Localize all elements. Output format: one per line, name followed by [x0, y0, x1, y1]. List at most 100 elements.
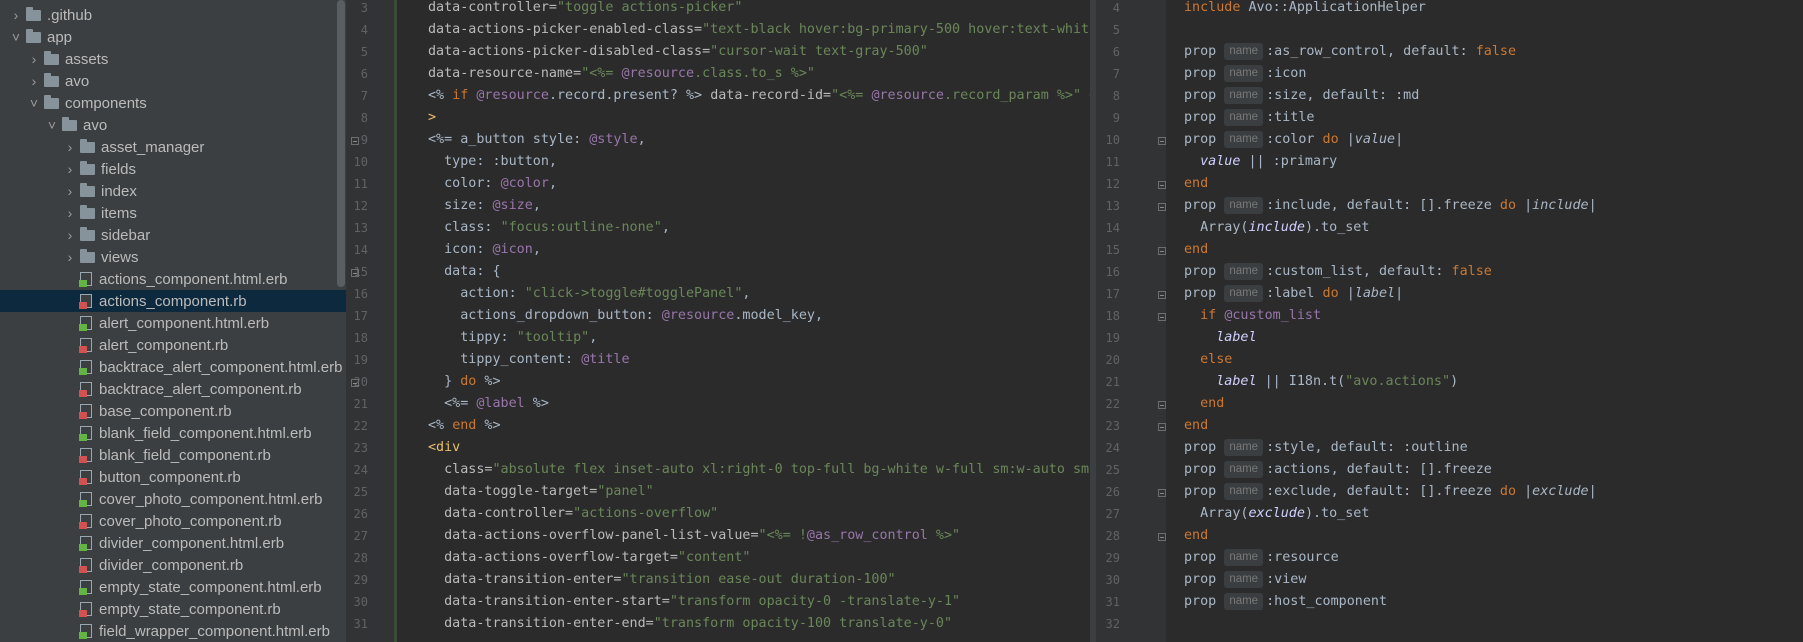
- code-line[interactable]: <% if @resource.record.present? %> data-…: [428, 85, 1090, 107]
- fold-icon[interactable]: [351, 379, 359, 387]
- project-tree[interactable]: › .github ˅ app › assets › avo ˅ components ˅ avo › a…: [0, 0, 346, 642]
- code-line[interactable]: Array(include).to_set: [1184, 217, 1369, 239]
- tree-folder[interactable]: › sidebar: [0, 224, 346, 246]
- code-line[interactable]: prop name:actions, default: [].freeze: [1184, 459, 1492, 481]
- code-line[interactable]: data-transition-enter-end="transform opa…: [428, 613, 952, 635]
- code-line[interactable]: prop name:size, default: :md: [1184, 85, 1419, 107]
- code-line[interactable]: icon: @icon,: [428, 239, 541, 261]
- code-line[interactable]: <% end %>: [428, 415, 501, 437]
- code-line[interactable]: class="absolute flex inset-auto xl:right…: [428, 459, 1090, 481]
- fold-icon[interactable]: [1158, 247, 1166, 255]
- code-line[interactable]: data-controller="actions-overflow": [428, 503, 718, 525]
- code-line[interactable]: prop name:resource: [1184, 547, 1339, 569]
- tree-file[interactable]: blank_field_component.html.erb: [0, 422, 346, 444]
- code-line[interactable]: <div: [428, 437, 460, 459]
- editor-pane-right[interactable]: 4 5 6 7 8 9 10 11 12 13 14 15 16 17 18 19 20 21 22 23 24 25 26…: [1096, 0, 1803, 642]
- code-line[interactable]: end: [1184, 393, 1224, 415]
- code-line[interactable]: actions_dropdown_button: @resource.model…: [428, 305, 823, 327]
- tree-file[interactable]: base_component.rb: [0, 400, 346, 422]
- fold-icon[interactable]: [1158, 313, 1166, 321]
- code-line[interactable]: data-actions-picker-disabled-class="curs…: [428, 41, 928, 63]
- fold-icon[interactable]: [1158, 401, 1166, 409]
- code-line[interactable]: prop name:as_row_control, default: false: [1184, 41, 1516, 63]
- chevron-right-icon[interactable]: ›: [64, 139, 76, 155]
- tree-file[interactable]: cover_photo_component.html.erb: [0, 488, 346, 510]
- code-line[interactable]: prop name:label do |label|: [1184, 283, 1403, 305]
- chevron-right-icon[interactable]: ›: [64, 183, 76, 199]
- fold-icon[interactable]: [1158, 203, 1166, 211]
- code-line[interactable]: end: [1184, 525, 1208, 547]
- code-line[interactable]: end: [1184, 415, 1208, 437]
- code-line[interactable]: else: [1184, 349, 1232, 371]
- code-line[interactable]: data-actions-overflow-target="content": [428, 547, 750, 569]
- code-line[interactable]: class: "focus:outline-none",: [428, 217, 670, 239]
- tree-file[interactable]: cover_photo_component.rb: [0, 510, 346, 532]
- code-line[interactable]: label: [1184, 327, 1256, 349]
- code-line[interactable]: data-controller="toggle actions-picker": [428, 0, 742, 19]
- chevron-right-icon[interactable]: ›: [64, 227, 76, 243]
- sidebar-scrollbar[interactable]: [337, 0, 345, 287]
- fold-icon[interactable]: [1158, 533, 1166, 541]
- code-line[interactable]: type: :button,: [428, 151, 557, 173]
- code-line[interactable]: prop name:custom_list, default: false: [1184, 261, 1492, 283]
- code-line[interactable]: } do %>: [428, 371, 500, 393]
- tree-file[interactable]: field_wrapper_component.html.erb: [0, 620, 346, 642]
- tree-file[interactable]: backtrace_alert_component.html.erb: [0, 356, 346, 378]
- code-line[interactable]: data-transition-enter-start="transform o…: [428, 591, 960, 613]
- code-line[interactable]: prop name:style, default: :outline: [1184, 437, 1468, 459]
- fold-icon[interactable]: [1158, 181, 1166, 189]
- code-line[interactable]: data-actions-overflow-panel-list-value="…: [428, 525, 960, 547]
- tree-folder[interactable]: › views: [0, 246, 346, 268]
- code-line[interactable]: <%= a_button style: @style,: [428, 129, 646, 151]
- fold-icon[interactable]: [1158, 489, 1166, 497]
- chevron-down-icon[interactable]: ˅: [28, 95, 40, 111]
- code-line[interactable]: <%= @label %>: [428, 393, 549, 415]
- tree-file[interactable]: blank_field_component.rb: [0, 444, 346, 466]
- tree-file[interactable]: actions_component.html.erb: [0, 268, 346, 290]
- fold-icon[interactable]: [1158, 137, 1166, 145]
- code-line[interactable]: tippy_content: @title: [428, 349, 629, 371]
- tree-file[interactable]: alert_component.html.erb: [0, 312, 346, 334]
- tree-folder[interactable]: › fields: [0, 158, 346, 180]
- code-line[interactable]: label || I18n.t("avo.actions"): [1184, 371, 1458, 393]
- tree-file[interactable]: divider_component.html.erb: [0, 532, 346, 554]
- code-line[interactable]: if @custom_list: [1184, 305, 1321, 327]
- tree-file[interactable]: alert_component.rb: [0, 334, 346, 356]
- tree-folder[interactable]: › items: [0, 202, 346, 224]
- tree-folder[interactable]: ˅ app: [0, 26, 346, 48]
- code-line[interactable]: prop name:host_component: [1184, 591, 1387, 613]
- code-line[interactable]: end: [1184, 239, 1208, 261]
- chevron-right-icon[interactable]: ›: [28, 73, 40, 89]
- code-line[interactable]: prop name:include, default: [].freeze do…: [1184, 195, 1597, 217]
- chevron-right-icon[interactable]: ›: [64, 249, 76, 265]
- code-line[interactable]: prop name:color do |value|: [1184, 129, 1403, 151]
- code-line[interactable]: action: "click->toggle#togglePanel",: [428, 283, 750, 305]
- tree-file[interactable]: actions_component.rb: [0, 290, 346, 312]
- code-line[interactable]: size: @size,: [428, 195, 541, 217]
- tree-folder[interactable]: › index: [0, 180, 346, 202]
- code-line[interactable]: Array(exclude).to_set: [1184, 503, 1369, 525]
- chevron-right-icon[interactable]: ›: [10, 7, 22, 23]
- code-line[interactable]: prop name:title: [1184, 107, 1314, 129]
- fold-icon[interactable]: [351, 269, 359, 277]
- chevron-right-icon[interactable]: ›: [64, 205, 76, 221]
- code-line[interactable]: prop name:view: [1184, 569, 1306, 591]
- tree-file[interactable]: button_component.rb: [0, 466, 346, 488]
- tree-folder[interactable]: ˅ components: [0, 92, 346, 114]
- tree-folder[interactable]: › .github: [0, 4, 346, 26]
- tree-folder[interactable]: › assets: [0, 48, 346, 70]
- chevron-down-icon[interactable]: ˅: [10, 29, 22, 45]
- code-line[interactable]: color: @color,: [428, 173, 557, 195]
- tree-file[interactable]: empty_state_component.html.erb: [0, 576, 346, 598]
- code-line[interactable]: prop name:icon: [1184, 63, 1306, 85]
- chevron-right-icon[interactable]: ›: [28, 51, 40, 67]
- code-line[interactable]: prop name:exclude, default: [].freeze do…: [1184, 481, 1597, 503]
- code-line[interactable]: include Avo::ApplicationHelper: [1184, 0, 1426, 19]
- fold-icon[interactable]: [351, 137, 359, 145]
- editor-pane-left[interactable]: 3 4 5 6 7 8 9 10 11 12 13 14 15 16 17 18 19 20 21 22 23 24 25 2…: [346, 0, 1090, 642]
- code-line[interactable]: data-resource-name="<%= @resource.class.…: [428, 63, 815, 85]
- code-line[interactable]: data-actions-picker-enabled-class="text-…: [428, 19, 1090, 41]
- code-line[interactable]: data: {: [428, 261, 500, 283]
- code-line[interactable]: data-toggle-target="panel": [428, 481, 654, 503]
- code-line[interactable]: data-transition-enter="transition ease-o…: [428, 569, 895, 591]
